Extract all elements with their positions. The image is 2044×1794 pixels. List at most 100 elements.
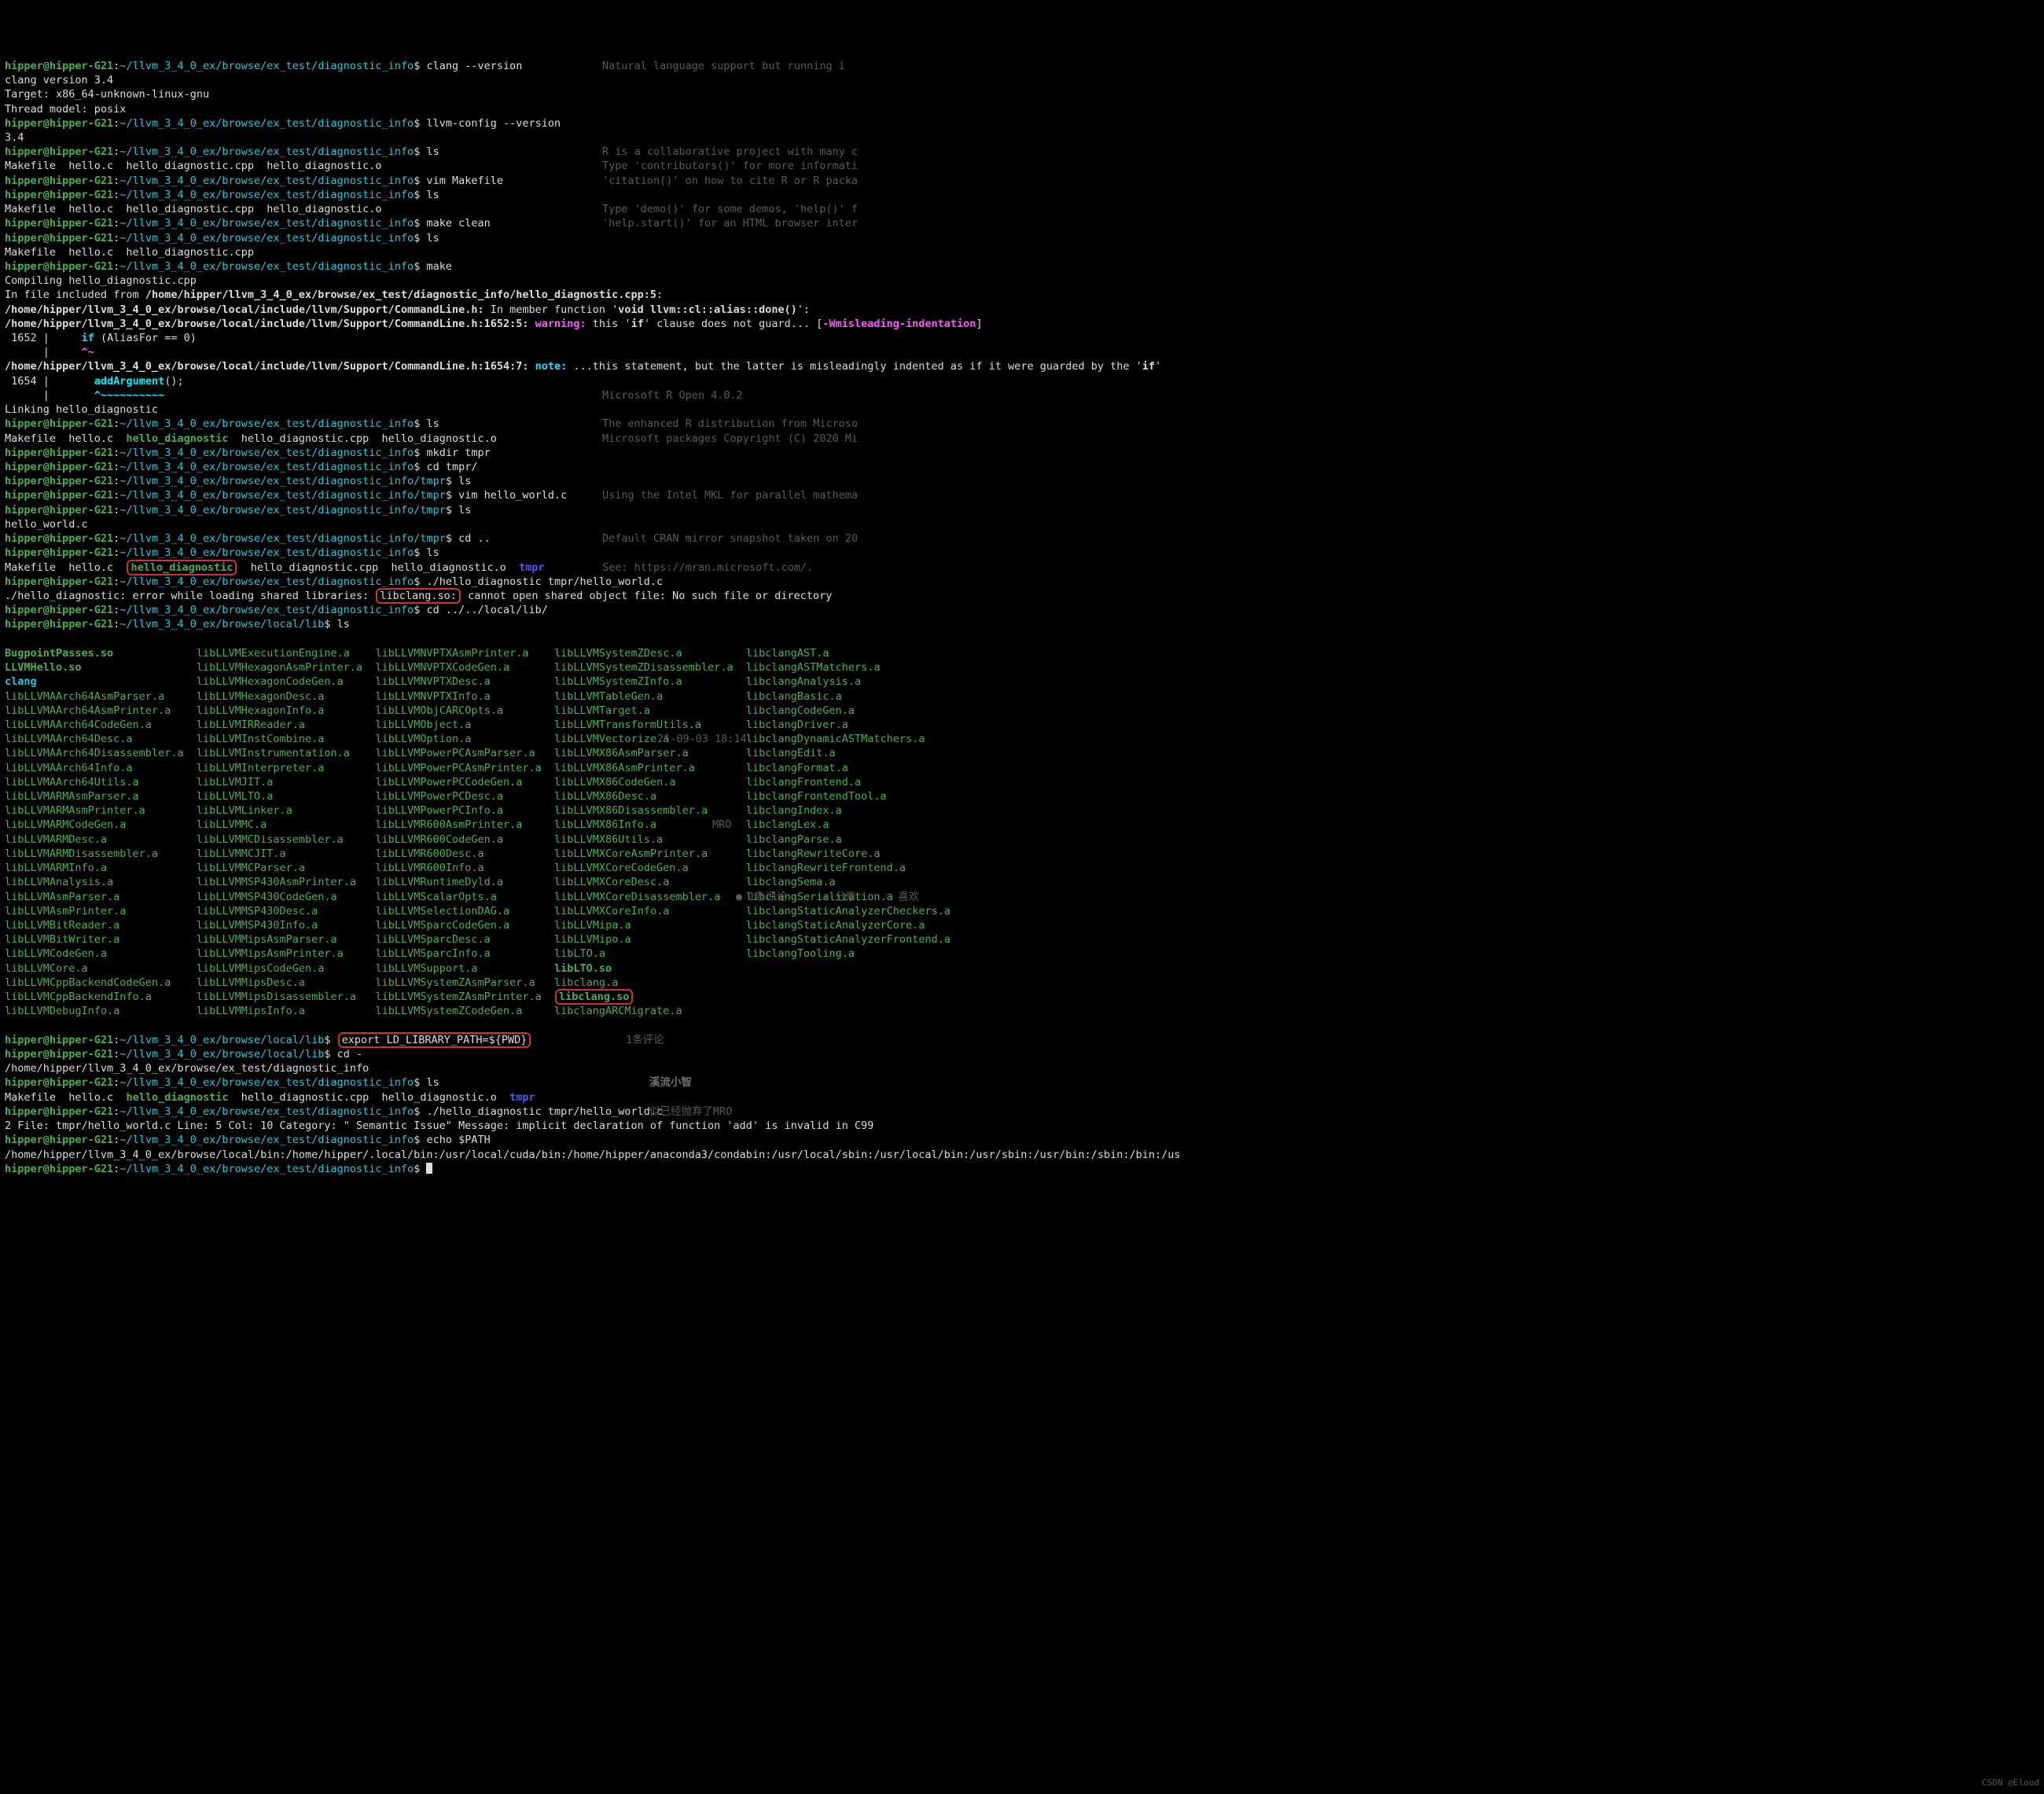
lib-file: libLLVMMSP430Desc.a	[197, 905, 318, 917]
prompt-user: hipper@hipper-G21	[5, 532, 113, 545]
lib-file: libLLVMIRReader.a	[197, 719, 305, 731]
lib-file: libLLVMX86AsmParser.a	[554, 747, 689, 759]
lib-file: libLLVMMipsDesc.a	[197, 976, 305, 989]
prompt-path: ~/llvm_3_4_0_ex/browse/ex_test/diagnosti…	[119, 60, 414, 72]
lib-file: libLLVMObjCARCOpts.a	[375, 704, 503, 717]
lib-file: libclang.a	[554, 976, 618, 989]
lib-file: libclangLex.a	[746, 818, 829, 831]
lib-file: libclangRewriteCore.a	[746, 847, 880, 860]
prompt-path: ~/llvm_3_4_0_ex/browse/ex_test/diagnosti…	[119, 1134, 414, 1146]
prompt-path: ~/llvm_3_4_0_ex/browse/ex_test/diagnosti…	[119, 217, 414, 230]
lib-file: libclangDriver.a	[746, 719, 848, 731]
lib-file: libLLVMMCParser.a	[197, 862, 305, 874]
prompt-path: ~/llvm_3_4_0_ex/browse/ex_test/diagnosti…	[119, 1105, 414, 1118]
prompt-path: ~/llvm_3_4_0_ex/browse/ex_test/diagnosti…	[119, 260, 414, 273]
prompt-user: hipper@hipper-G21	[5, 504, 113, 517]
lib-file: libLLVMLTO.a	[197, 790, 274, 803]
cmd: ls	[426, 232, 439, 244]
cmd: ls	[426, 417, 439, 430]
lib-file: libclangRewriteFrontend.a	[746, 862, 906, 874]
lib-file: libclangAST.a	[746, 647, 829, 660]
shared-object: LLVMHello.so	[5, 661, 82, 674]
lib-file: libLLVMTarget.a	[554, 704, 650, 717]
prompt-path: ~/llvm_3_4_0_ex/browse/ex_test/diagnosti…	[119, 117, 414, 130]
prompt-user: hipper@hipper-G21	[5, 232, 113, 244]
background-text: R is a collaborative project with many c	[602, 145, 858, 159]
lib-file: libLLVMAnalysis.a	[5, 876, 113, 888]
lib-file: libLLVMScalarOpts.a	[375, 891, 496, 903]
prompt-path: ~/llvm_3_4_0_ex/browse/ex_test/diagnosti…	[119, 489, 446, 502]
lib-file: libclangCodeGen.a	[746, 704, 855, 717]
prompt-user: hipper@hipper-G21	[5, 461, 113, 473]
prompt-user: hipper@hipper-G21	[5, 1134, 113, 1146]
lib-file: libLLVMipa.a	[554, 919, 631, 932]
prompt-path: ~/llvm_3_4_0_ex/browse/local/lib	[119, 1048, 324, 1061]
lib-file: libLLVMAArch64Info.a	[5, 762, 133, 774]
lib-file: libLLVMPowerPCCodeGen.a	[375, 776, 522, 789]
lib-file: libLLVMRuntimeDyld.a	[375, 876, 503, 888]
cmd: cd ..	[458, 532, 491, 545]
lib-file: libLLVMPowerPCInfo.a	[375, 804, 503, 817]
prompt-user: hipper@hipper-G21	[5, 189, 113, 201]
lib-file: libLLVMAArch64Disassembler.a	[5, 747, 184, 759]
lib-file: libclangARCMigrate.a	[554, 1005, 682, 1017]
prompt-user: hipper@hipper-G21	[5, 145, 113, 158]
lib-file: libLLVMMCJIT.a	[197, 847, 286, 860]
prompt-user: hipper@hipper-G21	[5, 117, 113, 130]
terminal-output[interactable]: hipper@hipper-G21:~/llvm_3_4_0_ex/browse…	[5, 59, 2039, 632]
lib-file: libLLVMNVPTXCodeGen.a	[375, 661, 509, 674]
cmd: cd -	[337, 1048, 363, 1061]
lib-file: libLLVMOption.a	[375, 733, 471, 745]
lib-file: libLLVMCodeGen.a	[5, 947, 107, 960]
lib-file: libLLVMR600Desc.a	[375, 847, 483, 860]
lib-file: libLLVMARMInfo.a	[5, 862, 107, 874]
prompt-user: hipper@hipper-G21	[5, 447, 113, 459]
lib-file: libclangTooling.a	[746, 947, 855, 960]
lib-file: libLLVMSystemZAsmPrinter.a	[375, 991, 541, 1003]
lib-file: libLLVMSystemZDisassembler.a	[554, 661, 733, 674]
lib-file: libLLVMMipsCodeGen.a	[197, 962, 325, 975]
cmd: ls	[426, 145, 439, 158]
prompt-user: hipper@hipper-G21	[5, 60, 113, 72]
terminal-output-bottom[interactable]: hipper@hipper-G21:~/llvm_3_4_0_ex/browse…	[5, 1033, 2039, 1176]
libclang-so-file: libclang.so	[555, 989, 633, 1005]
lib-file: libLLVMARMAsmParser.a	[5, 790, 139, 803]
cmd: ls	[458, 504, 471, 517]
lib-file: libLLVMAArch64Utils.a	[5, 776, 139, 789]
lib-file: libLLVMBitWriter.a	[5, 933, 119, 946]
prompt-path: ~/llvm_3_4_0_ex/browse/local/lib	[119, 618, 324, 630]
background-text: Natural language support but running i	[602, 59, 845, 73]
libclang-so-highlight: libclang.so:	[376, 588, 461, 604]
lib-file: libLLVMMSP430AsmPrinter.a	[197, 876, 356, 888]
prompt-path: ~/llvm_3_4_0_ex/browse/ex_test/diagnosti…	[119, 504, 446, 517]
lib-file: libclangFormat.a	[746, 762, 848, 774]
lib-file: libLLVMSparcCodeGen.a	[375, 919, 509, 932]
lib-file: libLLVMSystemZInfo.a	[554, 675, 682, 688]
cmd: ls	[426, 189, 439, 201]
lib-file: libclangFrontendTool.a	[746, 790, 887, 803]
prompt-user: hipper@hipper-G21	[5, 1034, 113, 1046]
prompt-user: hipper@hipper-G21	[5, 217, 113, 230]
lib-file: libLLVMMipsAsmParser.a	[197, 933, 337, 946]
lib-file: libLLVMAArch64CodeGen.a	[5, 719, 152, 731]
cursor[interactable]	[426, 1163, 432, 1174]
lib-file: libLLVMARMDesc.a	[5, 833, 107, 846]
lib-listing-table: BugpointPasses.so libLLVMExecutionEngine…	[5, 646, 2039, 1019]
lib-file: libclangSema.a	[746, 876, 836, 888]
prompt-user: hipper@hipper-G21	[5, 575, 113, 588]
cmd: clang --version	[426, 60, 522, 72]
prompt-user: hipper@hipper-G21	[5, 475, 113, 487]
lib-file: libLLVMNVPTXAsmPrinter.a	[375, 647, 528, 660]
lib-file: libLLVMDebugInfo.a	[5, 1005, 119, 1017]
lib-file: libLLVMTableGen.a	[554, 690, 663, 703]
prompt-user: hipper@hipper-G21	[5, 1048, 113, 1061]
lib-file: libLLVMPowerPCAsmParser.a	[375, 747, 535, 759]
background-text: 'help.start()' for an HTML browser inter	[602, 216, 858, 230]
lib-file: libLLVMARMDisassembler.a	[5, 847, 158, 860]
prompt-path: ~/llvm_3_4_0_ex/browse/ex_test/diagnosti…	[119, 447, 414, 459]
prompt-path: ~/llvm_3_4_0_ex/browse/ex_test/diagnosti…	[119, 546, 414, 559]
lib-file: libLLVMInstCombine.a	[197, 733, 325, 745]
lib-file: libclangBasic.a	[746, 690, 842, 703]
prompt-path: ~/llvm_3_4_0_ex/browse/ex_test/diagnosti…	[119, 232, 414, 244]
lib-file: libLLVMLinker.a	[197, 804, 292, 817]
